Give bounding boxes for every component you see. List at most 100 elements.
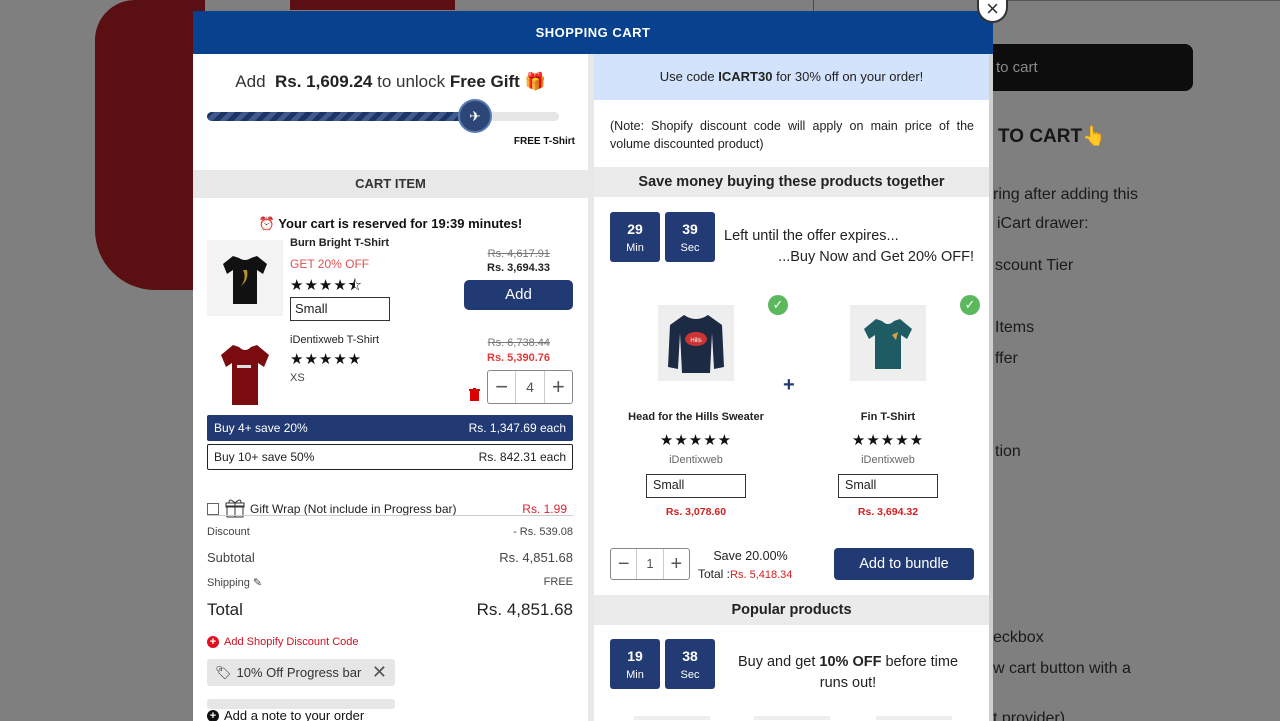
- tier-price: Rs. 842.31 each: [478, 450, 566, 464]
- offer-countdown-text: Left until the offer expires... ...Buy N…: [724, 226, 974, 268]
- subtotal-label: Subtotal: [207, 550, 255, 565]
- offer-line-2: ...Buy Now and Get 20% OFF!: [778, 249, 974, 265]
- product-image-burn-bright[interactable]: [207, 240, 283, 316]
- item-promo: GET 20% OFF: [290, 257, 370, 271]
- timer-seconds-label: Sec: [680, 669, 700, 681]
- check-icon[interactable]: ✓: [768, 295, 788, 315]
- background-product-image: [95, 0, 205, 290]
- timer-minutes: 29 Min: [610, 212, 660, 262]
- add-discount-code-label: Add Shopify Discount Code: [224, 636, 359, 648]
- product-image-identixweb[interactable]: [207, 336, 283, 412]
- shopping-cart-drawer: SHOPPING CART Add Rs. 1,609.24 to unlock…: [193, 11, 993, 721]
- timer-minutes: 19 Min: [610, 639, 660, 689]
- item-title[interactable]: iDentixweb T-Shirt: [290, 334, 379, 346]
- bundle-product-image-sweater[interactable]: Hills: [658, 305, 734, 381]
- bundle-product-stars: ★★★★★: [851, 432, 925, 449]
- bundle-product-price: Rs. 3,078.60: [665, 506, 727, 518]
- background-line: ffer: [995, 350, 1018, 367]
- add-discount-code-link[interactable]: + Add Shopify Discount Code: [207, 636, 359, 648]
- progress-bar-fill: [207, 112, 475, 121]
- quantity-stepper[interactable]: − 4 +: [487, 370, 573, 404]
- popular-product-thumb[interactable]: [754, 716, 830, 720]
- pencil-icon[interactable]: ✎: [253, 577, 262, 589]
- bundle-save-text: Save 20.00%: [713, 549, 788, 563]
- discount-note: (Note: Shopify discount code will apply …: [610, 119, 974, 151]
- popular-offer-prefix: Buy and get: [737, 654, 816, 670]
- progress-milestone-label: FREE T-Shirt: [513, 136, 575, 147]
- timer-minutes-label: Min: [626, 242, 644, 254]
- decrease-quantity-button[interactable]: −: [488, 371, 515, 403]
- bundle-section-title: Save money buying these products togethe…: [594, 167, 989, 197]
- progress-middle: to unlock: [377, 72, 446, 91]
- quantity-value[interactable]: 4: [515, 371, 545, 403]
- tag-icon: 🏷: [215, 664, 232, 680]
- bundle-variant-select[interactable]: Small: [838, 474, 938, 498]
- timer-minutes-label: Min: [626, 669, 644, 681]
- variant-select[interactable]: Small: [290, 297, 390, 321]
- bundle-variant-select[interactable]: Small: [646, 474, 746, 498]
- plus-circle-icon: +: [207, 636, 219, 648]
- add-item-button[interactable]: Add: [464, 280, 573, 310]
- tier-label: Buy 4+ save 20%: [214, 421, 308, 435]
- discount-row: Discount - Rs. 539.08: [207, 526, 573, 538]
- cart-item-section-title: CART ITEM: [193, 170, 588, 198]
- bundle-total: Total :Rs. 5,418.34: [698, 565, 803, 584]
- bundle-product-vendor: iDentixweb: [669, 454, 723, 466]
- upsell-column: Use code ICART30 for 30% off on your ord…: [594, 54, 989, 721]
- summary-divider: [207, 515, 573, 516]
- progress-amount: Rs. 1,609.24: [275, 72, 373, 91]
- timer-seconds: 39 Sec: [665, 212, 715, 262]
- promo-prefix: Use code: [659, 69, 715, 84]
- bundle-product-price: Rs. 3,694.32: [857, 506, 919, 518]
- gift-wrap-row: Gift Wrap (Not include in Progress bar) …: [207, 497, 573, 521]
- popular-product-thumb[interactable]: [634, 716, 710, 720]
- scrollbar[interactable]: [989, 54, 993, 721]
- bundle-product-image-fin[interactable]: [850, 305, 926, 381]
- gift-wrap-checkbox[interactable]: [207, 503, 219, 515]
- bundle-product-name[interactable]: Fin T-Shirt: [798, 411, 978, 423]
- add-note-link[interactable]: + Add a note to your order: [207, 708, 364, 721]
- popular-offer-text: Buy and get 10% OFF before time runs out…: [722, 652, 974, 694]
- background-line: tion: [995, 443, 1021, 460]
- bundle-product-name[interactable]: Head for the Hills Sweater: [606, 411, 786, 423]
- total-value: Rs. 4,851.68: [476, 600, 573, 619]
- cart-header: SHOPPING CART: [193, 11, 993, 54]
- item-rating-stars: ★★★★★: [290, 351, 363, 368]
- progress-bar: [207, 112, 559, 121]
- timer-seconds-value: 39: [682, 221, 698, 237]
- item-variant: XS: [290, 372, 305, 384]
- remove-discount-icon[interactable]: ✕: [372, 662, 387, 683]
- plus-circle-icon: +: [207, 709, 219, 721]
- background-line: t provider): [993, 710, 1066, 721]
- bundle-quantity-stepper[interactable]: − 1 +: [610, 548, 690, 580]
- item-title[interactable]: Burn Bright T-Shirt: [290, 237, 389, 249]
- bundle-savings-info: Save 20.00% Total :Rs. 5,418.34: [698, 547, 803, 584]
- bundle-quantity-value[interactable]: 1: [636, 549, 664, 579]
- add-to-bundle-button[interactable]: Add to bundle: [834, 548, 974, 580]
- decrease-quantity-button[interactable]: −: [611, 549, 636, 579]
- bundle-total-value: Rs. 5,418.34: [730, 569, 793, 581]
- increase-quantity-button[interactable]: +: [545, 371, 572, 403]
- airplane-icon: ✈: [458, 99, 492, 133]
- check-icon[interactable]: ✓: [960, 295, 980, 315]
- bundle-product-vendor: iDentixweb: [861, 454, 915, 466]
- progress-prefix: Add: [235, 72, 266, 91]
- trash-icon[interactable]: [469, 388, 481, 402]
- item-old-price: Rs. 6,738.44: [487, 337, 550, 349]
- volume-tier[interactable]: Buy 10+ save 50% Rs. 842.31 each: [207, 444, 573, 470]
- increase-quantity-button[interactable]: +: [664, 549, 689, 579]
- applied-discount-chip: 🏷 10% Off Progress bar ✕: [207, 659, 395, 686]
- gift-icon: 🎁: [524, 72, 546, 91]
- discount-label: Discount: [207, 526, 250, 538]
- promo-suffix: for 30% off on your order!: [776, 69, 924, 84]
- subtotal-row: Subtotal Rs. 4,851.68: [207, 550, 573, 565]
- background-line: w cart button with a: [993, 660, 1131, 677]
- item-old-price: Rs. 4,617.91: [487, 248, 550, 260]
- popular-product-thumb[interactable]: [876, 716, 952, 720]
- offer-line-1: Left until the offer expires...: [724, 228, 899, 244]
- gift-wrap-label: Gift Wrap (Not include in Progress bar): [250, 502, 457, 516]
- volume-tier-active[interactable]: Buy 4+ save 20% Rs. 1,347.69 each: [207, 415, 573, 441]
- background-line: Items: [995, 319, 1035, 336]
- shipping-label: Shipping: [207, 577, 250, 589]
- bundle-total-label: Total :: [698, 567, 731, 581]
